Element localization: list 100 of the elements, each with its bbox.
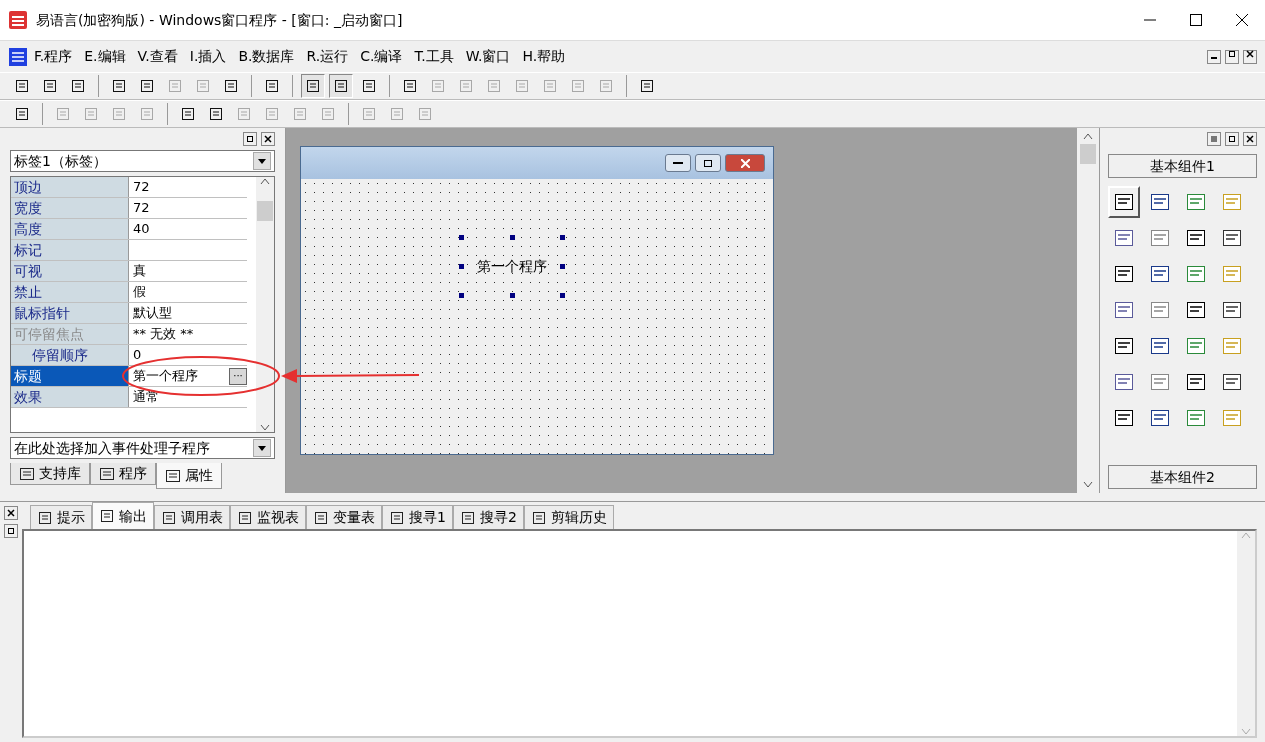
tool-icon: [430, 78, 446, 94]
menu-item[interactable]: C.编译: [354, 46, 409, 67]
tool-icon: [180, 106, 196, 122]
event-select[interactable]: 在此处选择加入事件处理子程序: [10, 437, 275, 459]
panel-tab[interactable]: 属性: [156, 463, 222, 489]
close-icon: [263, 134, 273, 145]
close-button[interactable]: [4, 506, 18, 520]
tool-icon: [514, 78, 530, 94]
property-name[interactable]: 鼠标指针: [11, 303, 129, 323]
menu-item[interactable]: F.程序: [28, 46, 79, 67]
app-menu-icon: [8, 46, 28, 67]
label-control[interactable]: 第一个程序: [477, 256, 547, 277]
menu-item[interactable]: B.数据库: [232, 46, 301, 67]
output-tab[interactable]: 调用表: [154, 505, 230, 529]
tool-icon: [402, 78, 418, 94]
tab-icon: [37, 509, 53, 526]
object-select[interactable]: 标签1（标签）: [10, 150, 275, 172]
menu-item[interactable]: I.插入: [183, 46, 233, 67]
tool-icon: [639, 78, 655, 94]
resize-handle[interactable]: [459, 293, 464, 298]
restore-icon: [1227, 48, 1237, 59]
output-tab[interactable]: 变量表: [306, 505, 382, 529]
panel-tab[interactable]: 程序: [90, 463, 156, 485]
close-button[interactable]: [261, 132, 275, 146]
property-name[interactable]: 可视: [11, 261, 129, 281]
maximize-icon: [704, 159, 712, 167]
property-name[interactable]: 宽度: [11, 198, 129, 218]
menu-item[interactable]: H.帮助: [516, 46, 572, 67]
resize-handle[interactable]: [459, 235, 464, 240]
scrollbar[interactable]: [256, 177, 274, 432]
output-tab[interactable]: 监视表: [230, 505, 306, 529]
restore-button[interactable]: [243, 132, 257, 146]
restore-button[interactable]: [1225, 49, 1239, 64]
tab-icon: [389, 509, 405, 526]
property-value: 假: [133, 283, 146, 302]
restore-button[interactable]: [4, 524, 18, 538]
resize-handle[interactable]: [560, 293, 565, 298]
component-tool[interactable]: [1108, 186, 1140, 218]
menu-item[interactable]: E.编辑: [78, 46, 132, 67]
resize-handle[interactable]: [509, 293, 515, 298]
minimize-icon: [1144, 19, 1156, 21]
output-tab[interactable]: 输出: [92, 502, 154, 529]
menu-item[interactable]: T.工具: [408, 46, 460, 67]
menu-item[interactable]: R.运行: [300, 46, 355, 67]
property-name[interactable]: 标记: [11, 240, 129, 260]
property-name[interactable]: 顶边: [11, 177, 129, 197]
component-group-button[interactable]: 基本组件1: [1108, 154, 1257, 178]
output-tab[interactable]: 剪辑历史: [523, 505, 614, 529]
minimize-button[interactable]: [665, 154, 691, 172]
property-name[interactable]: 标题: [11, 366, 129, 386]
ellipsis-button[interactable]: ···: [229, 367, 247, 385]
tool-icon: [361, 78, 377, 94]
tool-icon: [139, 78, 155, 94]
tool-icon: [333, 78, 349, 94]
output-tab[interactable]: 搜寻1: [382, 505, 453, 529]
tool-icon: [292, 106, 308, 122]
property-name[interactable]: 禁止: [11, 282, 129, 302]
tool-icon: [70, 78, 86, 94]
property-name[interactable]: 效果: [11, 387, 129, 407]
resize-handle[interactable]: [459, 264, 464, 269]
minimize-button[interactable]: [1207, 49, 1221, 64]
component-group-button[interactable]: 基本组件2: [1108, 465, 1257, 489]
output-tab[interactable]: 提示: [30, 505, 92, 529]
tool-icon: [42, 78, 58, 94]
maximize-button[interactable]: [695, 154, 721, 172]
scroll-thumb[interactable]: [1080, 144, 1096, 164]
tab-icon: [530, 509, 547, 526]
resize-handle[interactable]: [560, 264, 565, 269]
tab-icon: [19, 466, 35, 481]
tool-icon: [167, 78, 183, 94]
close-button[interactable]: [1243, 49, 1257, 64]
resize-handle[interactable]: [509, 235, 515, 240]
menu-item[interactable]: V.查看: [131, 46, 184, 67]
menu-item[interactable]: W.窗口: [459, 46, 517, 67]
panel-tab[interactable]: 支持库: [10, 463, 90, 485]
tool-icon: [264, 78, 280, 94]
tool-icon: [208, 106, 224, 122]
close-button[interactable]: [1243, 132, 1257, 146]
minimize-icon: [1211, 56, 1217, 59]
dropdown-arrow-icon: [258, 445, 266, 451]
minimize-icon: [673, 162, 683, 164]
property-value: 第一个程序: [133, 367, 198, 386]
scroll-thumb[interactable]: [257, 201, 273, 221]
scrollbar[interactable]: [1237, 531, 1255, 736]
scroll-down-icon: [260, 424, 270, 432]
restore-button[interactable]: [1225, 132, 1239, 146]
resize-handle[interactable]: [560, 235, 565, 240]
tool-icon: [111, 106, 127, 122]
tool-icon: [83, 106, 99, 122]
output-tab[interactable]: 搜寻2: [452, 505, 524, 529]
tool-icon: [458, 78, 474, 94]
maximize-icon: [1190, 14, 1202, 26]
property-value: 真: [133, 262, 146, 281]
tool-icon: [111, 78, 127, 94]
property-value: 72: [133, 199, 150, 218]
toolbar-button[interactable]: [329, 74, 353, 98]
toolbar-button[interactable]: [301, 74, 325, 98]
property-name[interactable]: 高度: [11, 219, 129, 239]
tab-icon: [99, 508, 115, 524]
tool-icon: [570, 78, 586, 94]
